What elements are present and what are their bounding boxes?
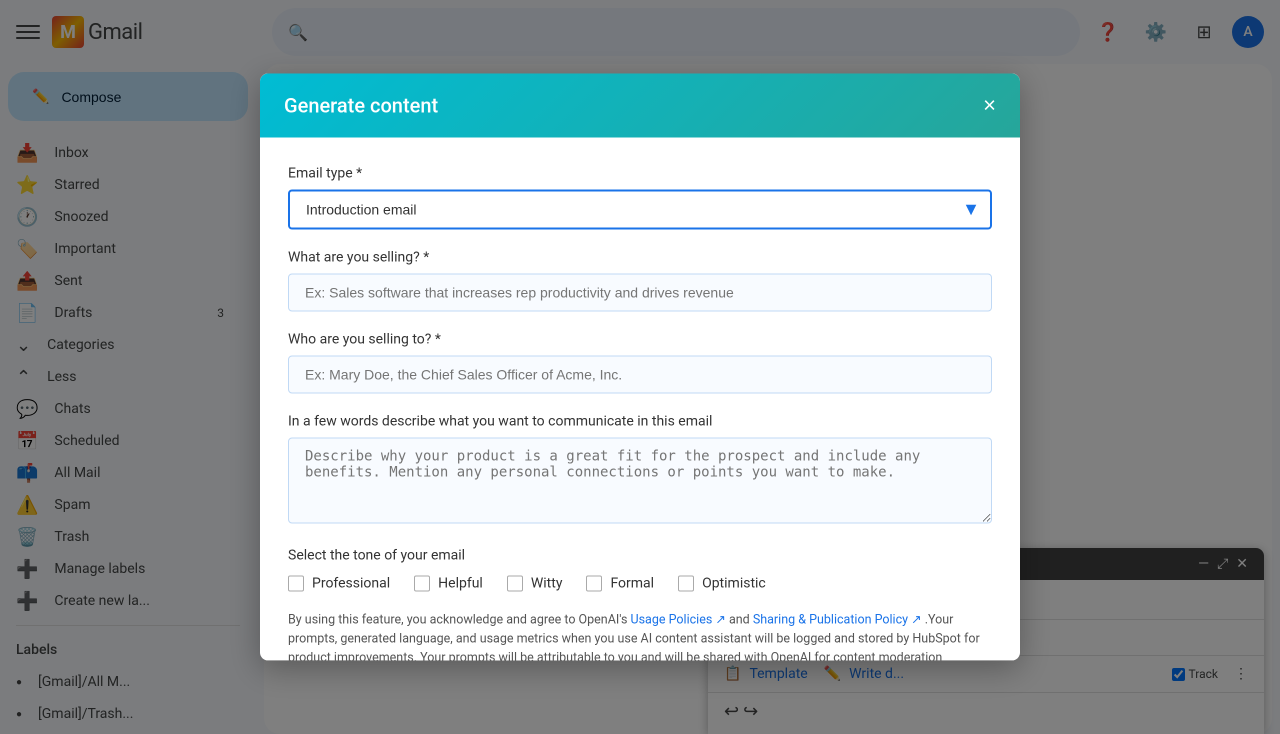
tone-optimistic[interactable]: Optimistic [678, 575, 766, 591]
modal-close-button[interactable]: × [983, 94, 996, 116]
policy-prefix: By using this feature, you acknowledge a… [288, 612, 631, 627]
tone-formal[interactable]: Formal [586, 575, 654, 591]
usage-policies-link[interactable]: Usage Policies ↗ [631, 612, 726, 627]
email-type-label: Email type * [288, 165, 992, 181]
who-selling-input[interactable] [288, 355, 992, 393]
tone-professional-checkbox[interactable] [288, 575, 304, 591]
external-link-icon-2: ↗ [911, 612, 921, 627]
what-selling-input[interactable] [288, 273, 992, 311]
tone-witty[interactable]: Witty [507, 575, 563, 591]
email-type-group: Email type * Introduction email Follow-u… [288, 165, 992, 229]
tone-witty-checkbox[interactable] [507, 575, 523, 591]
tone-section: Select the tone of your email Profession… [288, 547, 992, 591]
modal-header: Generate content × [260, 73, 1020, 137]
tone-professional[interactable]: Professional [288, 575, 390, 591]
sharing-policy-link[interactable]: Sharing & Publication Policy ↗ [753, 612, 922, 627]
tone-options: Professional Helpful Witty Formal Optimi… [288, 575, 992, 591]
and-text: and [726, 612, 753, 627]
communicate-group: In a few words describe what you want to… [288, 413, 992, 527]
tone-optimistic-checkbox[interactable] [678, 575, 694, 591]
email-type-select-wrapper: Introduction email Follow-up email Cold … [288, 189, 992, 229]
tone-formal-checkbox[interactable] [586, 575, 602, 591]
generate-content-modal: Generate content × Email type * Introduc… [260, 73, 1020, 660]
communicate-label: In a few words describe what you want to… [288, 413, 992, 429]
what-selling-label: What are you selling? * [288, 249, 992, 265]
tone-formal-label: Formal [610, 575, 654, 591]
tone-professional-label: Professional [312, 575, 390, 591]
who-selling-label: Who are you selling to? * [288, 331, 992, 347]
tone-helpful[interactable]: Helpful [414, 575, 483, 591]
tone-label: Select the tone of your email [288, 547, 992, 563]
what-selling-group: What are you selling? * [288, 249, 992, 311]
email-type-select[interactable]: Introduction email Follow-up email Cold … [288, 189, 992, 229]
policy-text: By using this feature, you acknowledge a… [288, 611, 992, 660]
tone-witty-label: Witty [531, 575, 563, 591]
tone-optimistic-label: Optimistic [702, 575, 766, 591]
modal-body: Email type * Introduction email Follow-u… [260, 137, 1020, 660]
who-selling-group: Who are you selling to? * [288, 331, 992, 393]
tone-helpful-checkbox[interactable] [414, 575, 430, 591]
tone-helpful-label: Helpful [438, 575, 483, 591]
external-link-icon: ↗ [715, 612, 725, 627]
modal-title: Generate content [284, 93, 438, 117]
communicate-textarea[interactable] [288, 437, 992, 523]
